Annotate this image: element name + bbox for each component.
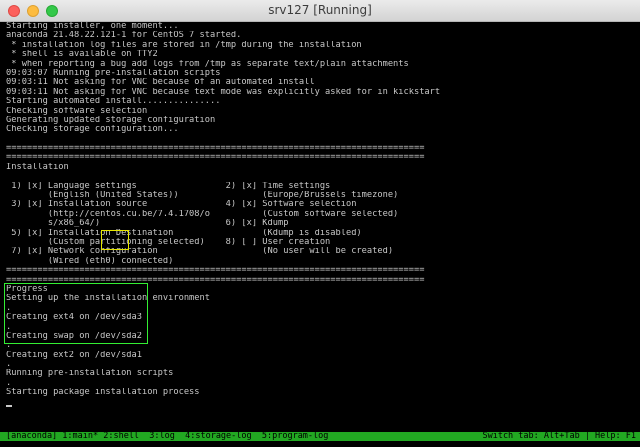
terminal-output[interactable]: Starting installer, one moment... anacond… — [6, 22, 636, 428]
console-line: Starting installer, one moment... — [6, 22, 179, 31]
console-line: s/x86_64/) 6) [x] Kdump — [6, 219, 289, 229]
console-line: ========================================… — [6, 266, 425, 276]
console-line: 1) [x] Language settings 2) [x] Time set… — [6, 181, 331, 191]
console-line: 3) [x] Installation source 4) [x] Softwa… — [6, 200, 357, 210]
console-line: . — [6, 360, 12, 370]
console-line: ========================================… — [6, 153, 425, 163]
tmux-help-hint: Switch tab: Alt+Tab | Help: F1 — [482, 432, 636, 441]
window-footer — [0, 441, 640, 447]
highlight-box-partitioning — [4, 283, 148, 344]
window-titlebar[interactable]: srv127 [Running] — [0, 0, 640, 22]
tmux-status-bar: [anaconda] 1:main* 2:shell 3:log 4:stora… — [0, 432, 640, 441]
console-line: Checking storage configuration... — [6, 125, 179, 135]
console-line: (http://centos.cu.be/7.4.1708/o (Custom … — [6, 209, 399, 219]
console-line: * shell is available on TTY2 — [6, 50, 158, 60]
tmux-window-list[interactable]: [anaconda] 1:main* 2:shell 3:log 4:stora… — [6, 432, 328, 441]
console-line: Generating updated storage configuration — [6, 115, 216, 125]
console-cursor-line — [6, 398, 636, 408]
console-line: 09:03:11 Not asking for VNC because text… — [6, 87, 441, 97]
console-line: Creating ext2 on /dev/sda1 — [6, 350, 142, 360]
console-line: . — [6, 378, 12, 388]
console-line: * when reporting a bug add logs from /tm… — [6, 59, 409, 69]
console-line: Starting package installation process — [6, 388, 200, 398]
console-line: Installation — [6, 162, 69, 172]
console-line: ========================================… — [6, 144, 425, 154]
highlight-box-eth0 — [101, 230, 129, 250]
console-line: Running pre-installation scripts — [6, 369, 174, 379]
console-line: 09:03:07 Running pre-installation script… — [6, 68, 221, 78]
console-line: 09:03:11 Not asking for VNC because of a… — [6, 78, 315, 88]
console-line: Starting automated install..............… — [6, 97, 221, 107]
console-line: Checking software selection — [6, 106, 148, 116]
console-line: * installation log files are stored in /… — [6, 40, 362, 50]
console-line: anaconda 21.48.22.121-1 for CentOS 7 sta… — [6, 31, 242, 41]
console-line: (English (United States)) (Europe/Brusse… — [6, 191, 399, 201]
console-line: (Wired (eth0) connected) — [6, 256, 174, 266]
text-cursor — [6, 405, 12, 408]
window-title: srv127 [Running] — [268, 3, 372, 17]
vm-console-window: srv127 [Running] Starting installer, one… — [0, 0, 640, 447]
